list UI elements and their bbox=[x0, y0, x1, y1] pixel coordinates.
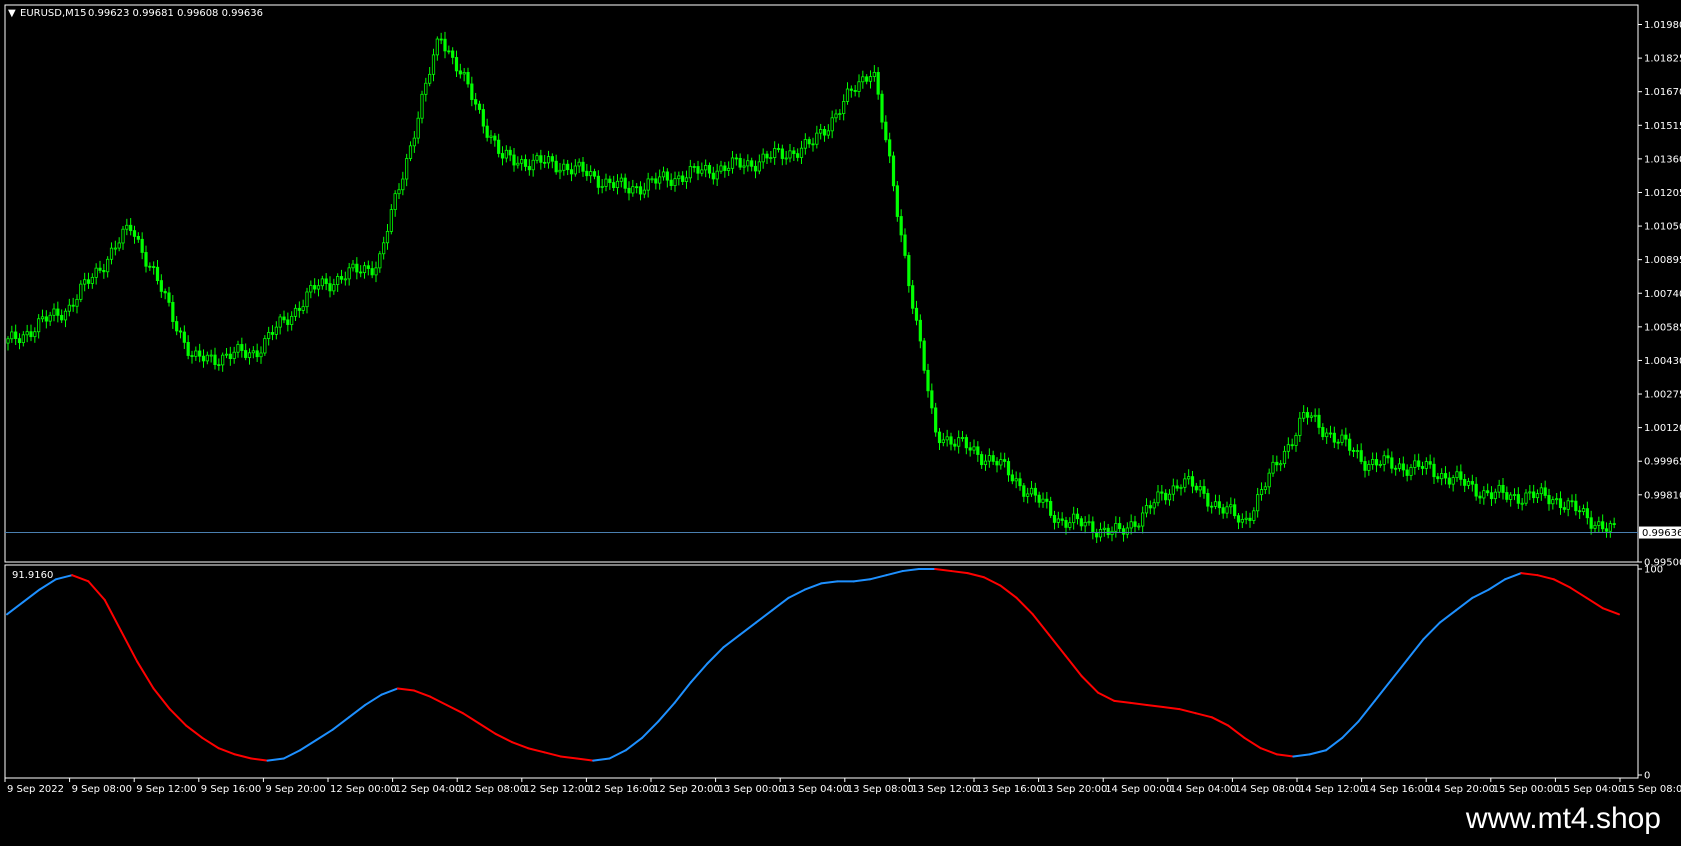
time-tick-label: 14 Sep 00:00 bbox=[1105, 784, 1172, 795]
price-tick-label: 1.00895 bbox=[1644, 255, 1681, 266]
time-tick-label: 9 Sep 2022 bbox=[7, 784, 64, 795]
time-tick-label: 14 Sep 12:00 bbox=[1299, 784, 1366, 795]
time-tick-label: 14 Sep 20:00 bbox=[1428, 784, 1495, 795]
price-tick-label: 1.00430 bbox=[1644, 356, 1681, 367]
candle bbox=[420, 90, 424, 124]
candle bbox=[263, 335, 267, 356]
time-tick-label: 9 Sep 08:00 bbox=[72, 784, 132, 795]
time-tick-label: 13 Sep 16:00 bbox=[976, 784, 1043, 795]
price-tick-label: 1.01670 bbox=[1644, 87, 1681, 98]
ohlc-values: 0.99623 0.99681 0.99608 0.99636 bbox=[88, 8, 263, 19]
price-tick-label: 1.01980 bbox=[1644, 20, 1681, 31]
price-tick-label: 1.00585 bbox=[1644, 322, 1681, 333]
symbol-label: EURUSD,M15 bbox=[20, 8, 86, 19]
oscillator-tick-label: 100 bbox=[1644, 565, 1663, 576]
time-tick-label: 9 Sep 16:00 bbox=[201, 784, 261, 795]
price-tick-label: 1.01205 bbox=[1644, 188, 1681, 199]
chart-root: 0.99636 1.01980 1.01825 1.01670 1.01515 1.01… bbox=[0, 0, 1681, 846]
time-tick-label: 13 Sep 20:00 bbox=[1041, 784, 1108, 795]
time-tick-label: 12 Sep 20:00 bbox=[653, 784, 720, 795]
candle bbox=[895, 181, 899, 222]
time-tick-label: 13 Sep 12:00 bbox=[911, 784, 978, 795]
time-tick-label: 12 Sep 08:00 bbox=[459, 784, 526, 795]
time-tick-label: 15 Sep 04:00 bbox=[1557, 784, 1624, 795]
time-tick-label: 12 Sep 16:00 bbox=[588, 784, 655, 795]
time-tick-label: 12 Sep 04:00 bbox=[395, 784, 462, 795]
time-tick-label: 12 Sep 12:00 bbox=[524, 784, 591, 795]
background bbox=[0, 0, 1681, 846]
price-tick-label: 0.99810 bbox=[1644, 490, 1681, 501]
oscillator-value-label: 91.9160 bbox=[12, 570, 53, 581]
collapse-triangle-icon[interactable]: ▼ bbox=[8, 8, 16, 19]
price-tick-label: 1.00740 bbox=[1644, 289, 1681, 300]
time-tick-label: 9 Sep 20:00 bbox=[265, 784, 325, 795]
price-tick-label: 1.00120 bbox=[1644, 423, 1681, 434]
time-tick-label: 14 Sep 08:00 bbox=[1234, 784, 1301, 795]
time-tick-label: 15 Sep 08:00 bbox=[1622, 784, 1681, 795]
candle bbox=[922, 338, 926, 374]
price-tick-label: 1.00275 bbox=[1644, 390, 1681, 401]
price-tick-label: 0.99965 bbox=[1644, 457, 1681, 468]
time-tick-label: 9 Sep 12:00 bbox=[136, 784, 196, 795]
time-tick-label: 14 Sep 16:00 bbox=[1364, 784, 1431, 795]
price-tick-label: 1.01050 bbox=[1644, 222, 1681, 233]
time-tick-label: 13 Sep 00:00 bbox=[718, 784, 785, 795]
price-tick-label: 1.01515 bbox=[1644, 121, 1681, 132]
candle bbox=[934, 402, 938, 437]
price-tick-label: 1.01825 bbox=[1644, 54, 1681, 65]
time-tick-label: 15 Sep 00:00 bbox=[1493, 784, 1560, 795]
time-tick-label: 13 Sep 04:00 bbox=[782, 784, 849, 795]
time-tick-label: 13 Sep 08:00 bbox=[847, 784, 914, 795]
oscillator-tick-label: 0 bbox=[1644, 771, 1650, 782]
bid-price-label: 0.99636 bbox=[1642, 528, 1681, 539]
watermark: www.mt4.shop bbox=[1465, 802, 1661, 835]
price-tick-label: 1.01360 bbox=[1644, 154, 1681, 165]
time-tick-label: 12 Sep 00:00 bbox=[330, 784, 397, 795]
candle bbox=[891, 151, 896, 192]
time-tick-label: 14 Sep 04:00 bbox=[1170, 784, 1237, 795]
